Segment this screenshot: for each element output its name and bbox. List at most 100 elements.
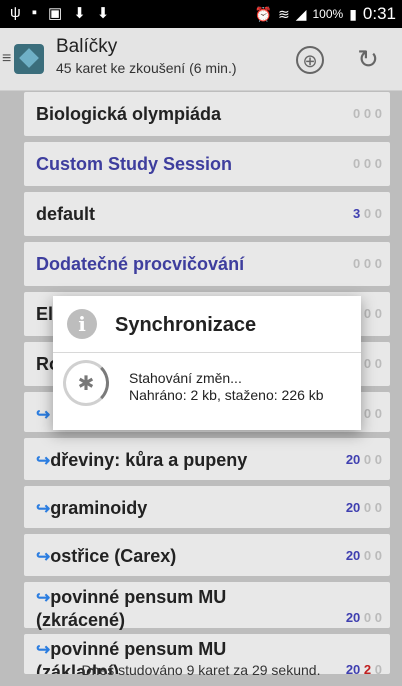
deck-label: El (36, 304, 54, 324)
new-count: 0 (353, 156, 361, 171)
wifi-icon: ≋ (277, 5, 290, 22)
deck-label: ostřice (Carex) (50, 546, 177, 566)
review-count: 0 (374, 106, 382, 121)
learn-count: 0 (363, 356, 372, 371)
subdeck-arrow-icon: ↪ (36, 451, 51, 470)
add-circle-icon[interactable]: ⊕ (296, 46, 324, 74)
learn-count: 0 (363, 406, 372, 421)
learn-count: 0 (363, 306, 372, 321)
deck-label: povinné pensum MU (zkrácené) (36, 587, 227, 630)
image-icon: ▣ (48, 5, 63, 22)
deck-name: ↪ (36, 402, 50, 427)
app-logo-icon[interactable] (14, 44, 44, 74)
deck-name: ↪ostřice (Carex) (36, 544, 176, 569)
deck-name: El (36, 302, 53, 326)
learn-count: 0 (363, 256, 372, 271)
info-icon: i (67, 309, 97, 339)
new-count: 20 (345, 548, 361, 563)
new-count: 0 (353, 256, 361, 271)
review-count: 0 (374, 306, 382, 321)
deck-counts: 3 0 0 (353, 206, 382, 221)
action-bar: ≡ Balíčky 45 karet ke zkoušení (6 min.) … (0, 28, 402, 91)
deck-item[interactable]: default 3 0 0 (24, 192, 390, 236)
deck-item[interactable]: Custom Study Session 0 0 0 (24, 142, 390, 186)
deck-name: ↪graminoidy (36, 496, 147, 521)
new-count: 3 (353, 206, 361, 221)
sim-icon: ▪ (31, 4, 38, 21)
review-count: 0 (374, 256, 382, 271)
deck-counts: 20 0 0 (346, 500, 382, 515)
deck-item[interactable]: ↪povinné pensum MU (zkrácené) 20 0 0 (24, 582, 390, 630)
review-count: 0 (374, 500, 382, 515)
review-count: 0 (374, 452, 382, 467)
page-subtitle: 45 karet ke zkoušení (6 min.) (56, 60, 237, 76)
system-icons: ⏰ ≋ ◢ 100% ▮ 0:31 (255, 4, 396, 24)
learn-count: 0 (363, 156, 372, 171)
deck-label: default (36, 204, 96, 224)
deck-counts: 0 0 0 (353, 156, 382, 171)
deck-name: Custom Study Session (36, 152, 232, 176)
learn-count: 0 (363, 548, 372, 563)
dialog-message-line2: Nahráno: 2 kb, staženo: 226 kb (129, 387, 324, 403)
subdeck-arrow-icon: ↪ (36, 588, 51, 607)
deck-label: graminoidy (50, 498, 148, 518)
subdeck-arrow-icon: ↪ (36, 499, 51, 518)
new-count: 20 (345, 452, 361, 467)
review-count: 0 (374, 156, 382, 171)
notification-icons: ψ ▪ ▣ ⬇ ⬇ (10, 4, 109, 22)
deck-label: Custom Study Session (36, 154, 233, 174)
deck-counts: 20 0 0 (346, 548, 382, 563)
deck-name: Dodatečné procvičování (36, 252, 244, 276)
learn-count: 0 (363, 206, 372, 221)
progress-spinner-icon: ✱ (63, 360, 109, 406)
deck-name: Biologická olympiáda (36, 102, 221, 126)
review-count: 0 (374, 406, 382, 421)
usb-icon: ψ (10, 4, 21, 21)
review-count: 0 (374, 206, 382, 221)
deck-counts: 20 0 0 (346, 452, 382, 467)
subdeck-arrow-icon: ↪ (36, 640, 51, 659)
deck-name: ↪dřeviny: kůra a pupeny (36, 448, 247, 473)
signal-icon: ◢ (295, 5, 307, 22)
review-count: 0 (374, 356, 382, 371)
clock: 0:31 (362, 4, 396, 23)
learn-count: 0 (363, 500, 372, 515)
download-icon: ⬇ (73, 5, 86, 22)
new-count: 0 (353, 106, 361, 121)
study-summary: Dnes studováno 9 karet za 29 sekund. (81, 662, 321, 678)
sync-icon[interactable]: ↻ (354, 46, 382, 74)
review-count: 0 (374, 548, 382, 563)
new-count: 20 (345, 500, 361, 515)
deck-label: Biologická olympiáda (36, 104, 222, 124)
deck-label: Dodatečné procvičování (36, 254, 245, 274)
deck-counts: 20 0 0 (346, 610, 382, 625)
deck-counts: 0 0 0 (353, 106, 382, 121)
page-title: Balíčky (56, 36, 118, 57)
review-count: 0 (374, 610, 382, 625)
deck-item[interactable]: ↪graminoidy 20 0 0 (24, 486, 390, 528)
dialog-header: i Synchronizace (53, 296, 361, 353)
deck-name: ↪povinné pensum MU (zkrácené) (36, 586, 286, 632)
new-count: 20 (345, 610, 361, 625)
sync-dialog: i Synchronizace ✱ Stahování změn... Nahr… (53, 296, 361, 430)
dialog-title: Synchronizace (115, 314, 257, 336)
battery-percent: 100% (312, 7, 344, 21)
status-bar: ψ ▪ ▣ ⬇ ⬇ ⏰ ≋ ◢ 100% ▮ 0:31 (0, 0, 402, 28)
deck-item[interactable]: Dodatečné procvičování 0 0 0 (24, 242, 390, 286)
learn-count: 0 (363, 452, 372, 467)
deck-name: default (36, 202, 95, 226)
subdeck-arrow-icon: ↪ (36, 547, 51, 566)
deck-item[interactable]: ↪dřeviny: kůra a pupeny 20 0 0 (24, 438, 390, 480)
deck-label: dřeviny: kůra a pupeny (50, 450, 248, 470)
deck-counts: 0 0 0 (353, 256, 382, 271)
dialog-message: Stahování změn... Nahráno: 2 kb, staženo… (129, 370, 324, 404)
learn-count: 0 (363, 610, 372, 625)
learn-count: 0 (363, 106, 372, 121)
drawer-menu-icon[interactable]: ≡ (2, 50, 11, 68)
download-icon: ⬇ (96, 5, 110, 22)
alarm-icon: ⏰ (254, 5, 272, 22)
subdeck-arrow-icon: ↪ (36, 405, 51, 424)
deck-item[interactable]: ↪ostřice (Carex) 20 0 0 (24, 534, 390, 576)
battery-icon: ▮ (349, 5, 357, 22)
deck-item[interactable]: Biologická olympiáda 0 0 0 (24, 92, 390, 136)
